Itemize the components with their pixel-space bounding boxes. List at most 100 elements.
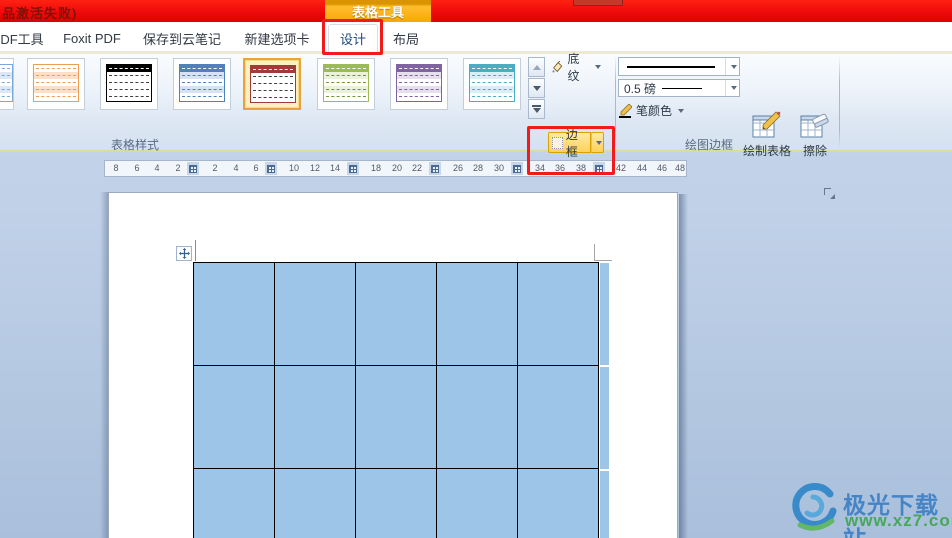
draw-borders-dialog-launcher[interactable] [824, 188, 835, 199]
table-sliver-cell [600, 367, 609, 469]
ruler-number: 20 [391, 163, 403, 173]
table-cell[interactable] [274, 262, 356, 366]
end-of-row-mark [594, 244, 595, 260]
tab-5[interactable]: 布局 [384, 24, 428, 52]
watermark-site-url: www.xz7.com [845, 511, 952, 530]
window-title: 品激活失败) [2, 6, 78, 21]
line-weight-combo[interactable]: 0.5 磅 [618, 79, 740, 97]
table-style-black-header[interactable] [100, 58, 158, 110]
ribbon: 底纹 边框 表格样式 0.5 磅 笔颜色 绘制表格 擦除 绘图边框 [0, 52, 952, 199]
ruler-table-column-marker[interactable] [265, 162, 277, 175]
eraser-button[interactable]: 擦除 [794, 110, 836, 162]
move-icon [178, 248, 190, 259]
text-cursor-mark [195, 240, 196, 261]
paint-bucket-icon [552, 60, 563, 73]
ruler-number: 14 [329, 163, 341, 173]
gallery-more-button[interactable] [528, 99, 545, 119]
ruler-table-column-marker[interactable] [511, 162, 523, 175]
table-cell[interactable] [355, 365, 437, 469]
table-cell[interactable] [193, 468, 275, 538]
line-style-preview [627, 65, 715, 68]
shading-button[interactable]: 底纹 [548, 52, 604, 83]
titlebar-widget [573, 0, 623, 6]
page-shadow [100, 192, 108, 538]
grid-icon [513, 164, 521, 173]
table-cell[interactable] [274, 365, 356, 469]
pen-color-label: 笔颜色 [636, 104, 673, 118]
table-cell[interactable] [436, 365, 518, 469]
table-style-light-orange[interactable] [27, 58, 85, 110]
grid-icon [349, 164, 357, 173]
end-of-row-mark [594, 260, 612, 261]
chevron-down-icon [595, 64, 601, 69]
ruler-table-column-marker[interactable] [347, 162, 359, 175]
ruler-number: 8 [113, 163, 119, 173]
tab-0[interactable]: DF工具 [0, 24, 44, 52]
table-cell[interactable] [274, 468, 356, 538]
table-cell[interactable] [436, 262, 518, 366]
gallery-scroll-up-button[interactable] [528, 57, 545, 77]
tab-2[interactable]: 保存到云笔记 [142, 24, 222, 52]
table-style-red-header[interactable] [243, 58, 301, 110]
ruler-number: 6 [253, 163, 259, 173]
table-cell[interactable] [517, 468, 599, 538]
grid-icon [431, 164, 439, 173]
annotation-design-tab [322, 19, 383, 55]
table-styles-group-label: 表格样式 [110, 138, 159, 152]
gallery-more-icon [532, 105, 541, 113]
table-style-light-blue-partial[interactable] [0, 58, 14, 110]
ruler-number: 46 [656, 163, 668, 173]
grid-icon [267, 164, 275, 173]
group-separator [839, 56, 840, 148]
ruler-table-column-marker[interactable] [187, 162, 199, 175]
pen-color-icon [619, 103, 632, 118]
ruler-number: 2 [212, 163, 218, 173]
ruler-number: 44 [636, 163, 648, 173]
line-weight-value: 0.5 磅 [624, 81, 657, 96]
tab-label: 新建选项卡 [244, 31, 310, 47]
pen-color-button[interactable]: 笔颜色 [616, 100, 696, 121]
ruler-number: 22 [411, 163, 423, 173]
tab-label: Foxit PDF [63, 30, 121, 46]
ruler-number: 12 [309, 163, 321, 173]
contextual-tab-group-label: 表格工具 [351, 4, 404, 20]
chevron-down-icon [730, 64, 737, 69]
tab-3[interactable]: 新建选项卡 [240, 24, 314, 52]
chevron-up-icon [532, 64, 541, 70]
table-style-blue-header[interactable] [173, 58, 231, 110]
table-cell[interactable] [517, 365, 599, 469]
table-cell[interactable] [517, 262, 599, 366]
chevron-down-icon [730, 86, 737, 90]
ruler-number: 28 [472, 163, 484, 173]
ruler-number: 42 [615, 163, 627, 173]
grid-icon [189, 164, 197, 173]
watermark-logo [792, 482, 837, 531]
document-table[interactable] [193, 262, 599, 538]
title-bar: 品激活失败) [0, 0, 952, 22]
chevron-down-icon [532, 85, 541, 91]
table-cell[interactable] [193, 365, 275, 469]
tab-label: 布局 [392, 31, 419, 47]
ruler-table-column-marker[interactable] [429, 162, 441, 175]
ruler-number: 10 [288, 163, 300, 173]
ruler-number: 48 [674, 163, 686, 173]
table-style-green-header[interactable] [317, 58, 375, 110]
table-style-purple-header[interactable] [390, 58, 448, 110]
chevron-down-icon [678, 108, 685, 113]
table-cell[interactable] [193, 262, 275, 366]
table-cell[interactable] [355, 468, 437, 538]
tab-label: 保存到云笔记 [142, 31, 221, 47]
line-style-combo[interactable] [618, 57, 740, 76]
eraser-label: 擦除 [802, 144, 827, 158]
ruler-number: 26 [452, 163, 464, 173]
table-cell[interactable] [436, 468, 518, 538]
table-style-teal-header[interactable] [463, 58, 521, 110]
table-move-handle[interactable] [176, 246, 192, 261]
tab-1[interactable]: Foxit PDF [62, 24, 122, 52]
table-sliver-cell [600, 471, 609, 538]
line-weight-preview [662, 87, 703, 89]
ruler-number: 2 [175, 163, 181, 173]
table-cell[interactable] [355, 262, 437, 366]
gallery-scroll-down-button[interactable] [528, 78, 545, 98]
tab-label: DF工具 [0, 31, 44, 47]
